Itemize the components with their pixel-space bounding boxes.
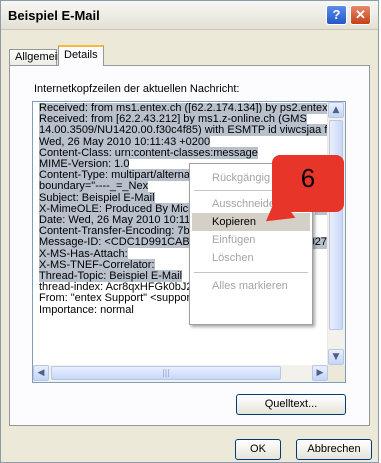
horizontal-scrollbar[interactable]: ◀ ||| ▶ [33,365,328,382]
header-line-text: Content-Class: urn:content-classes:messa… [39,146,258,159]
source-button[interactable]: Quelltext... [236,394,346,415]
close-button[interactable]: ✕ [350,5,371,25]
scroll-down-arrow-icon[interactable]: ▼ [328,349,344,365]
help-button[interactable]: ? [326,5,347,25]
scrollbar-corner [328,365,345,382]
ok-button[interactable]: OK [235,439,281,460]
header-line-text: Date: Wed, 26 May 2010 10:11: [39,214,194,227]
window-title: Beispiel E-Mail [8,8,100,23]
scroll-up-arrow-icon[interactable]: ▲ [328,102,344,118]
header-line-text: MIME-Version: 1.0 [39,158,130,171]
menu-item-delete[interactable]: Löschen [192,249,310,267]
header-line-text: Thread-Topic: Beispiel E-Mail [39,270,183,283]
tab-details[interactable]: Details [58,45,104,66]
horizontal-scroll-thumb[interactable]: ||| [51,366,281,380]
header-line-text: X-MS-Has-Attach: [39,247,128,260]
menu-item-select-all[interactable]: Alles markieren [192,277,310,295]
header-line: 14.00.3509/NU1420.00.f30c4f85) with ESMT… [39,124,327,137]
header-line-text: Content-Type: multipart/alternative; [39,169,211,182]
menu-item-paste[interactable]: Einfügen [192,231,310,249]
header-line-text: Content-Transfer-Encoding: 7bit [39,225,196,238]
step-marker-badge: 6 [272,155,344,212]
header-line-text: 14.00.3509/NU1420.00.f30c4f85) with ESMT… [39,124,327,137]
title-bar[interactable]: Beispiel E-Mail ? ✕ [1,1,378,30]
headers-label: Internetkopfzeilen der aktuellen Nachric… [34,83,240,95]
header-line-text: X-MimeOLE: Produced By Micro [39,202,198,215]
header-line-text: Importance: normal [39,303,134,316]
cancel-button[interactable]: Abbrechen [296,439,372,460]
header-line-text: Received: from [62.2.43.212] by ms1.z-on… [39,113,307,126]
header-line-text: Wed, 26 May 2010 10:11:43 +0200 [39,135,211,148]
menu-separator [194,272,308,273]
header-line-text: Message-ID: <CDC1D991CABA [39,236,198,249]
scroll-left-arrow-icon[interactable]: ◀ [33,365,49,381]
vertical-scroll-thumb[interactable] [329,120,343,330]
tab-general[interactable]: Allgemein [9,49,63,65]
scroll-right-arrow-icon[interactable]: ▶ [312,365,328,381]
header-line-text: X-MS-TNEF-Correlator: [39,258,155,271]
vertical-scrollbar[interactable]: ▲ ▼ [327,102,345,365]
header-line-text: Subject: Beispiel E-Mail [39,191,155,204]
header-line-text: boundary="----_=_Nex [39,180,149,193]
email-properties-dialog: Beispiel E-Mail ? ✕ Allgemein Details In… [0,0,379,463]
